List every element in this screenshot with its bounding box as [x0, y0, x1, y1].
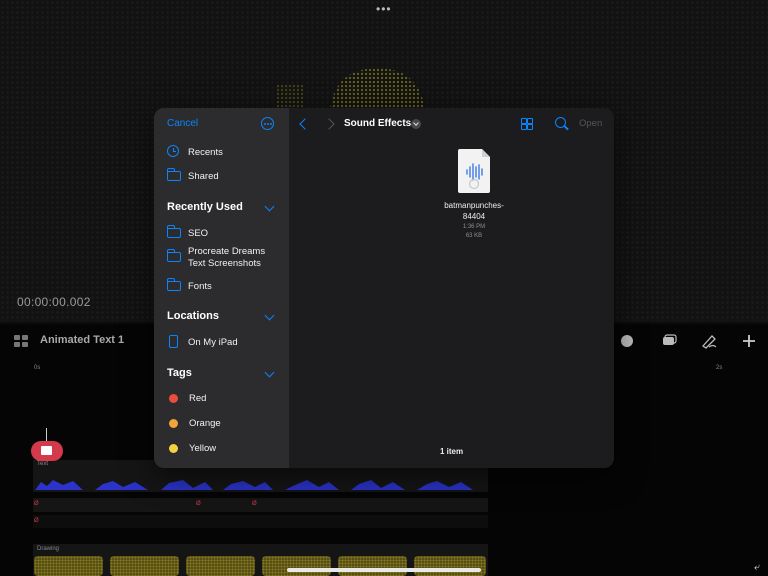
sidebar-item-label: Shared: [188, 170, 219, 182]
drawing-clip[interactable]: [34, 556, 103, 576]
orange-tag-icon: [169, 418, 178, 428]
chevron-down-icon[interactable]: [264, 310, 275, 321]
sidebar-item-label: Recents: [188, 146, 223, 158]
sidebar-item-label: On My iPad: [188, 336, 238, 348]
back-chevron-icon[interactable]: [299, 118, 311, 130]
file-picker-dialog: Cancel Recents Shared Recently Used SEO …: [154, 108, 614, 468]
marker[interactable]: Ø: [196, 501, 201, 507]
layers-icon[interactable]: [14, 335, 28, 347]
folder-icon: [166, 278, 181, 293]
folder-icon: [166, 249, 181, 264]
pen-icon[interactable]: [700, 332, 718, 350]
drawing-clip[interactable]: [262, 556, 331, 576]
stack-icon[interactable]: [660, 332, 678, 350]
playhead-line: [46, 428, 47, 442]
marker[interactable]: Ø: [34, 501, 39, 507]
yellow-tag-icon: [169, 443, 178, 453]
more-options-icon[interactable]: [261, 117, 274, 130]
sidebar-item-tag-orange[interactable]: Orange: [167, 415, 221, 431]
timecode: 00:00:00.002: [17, 295, 91, 309]
open-button[interactable]: Open: [579, 118, 602, 129]
folder-title[interactable]: Sound Effects: [344, 118, 411, 129]
sidebar-item-procreate-dreams[interactable]: Procreate Dreams Text Screenshots: [166, 246, 283, 272]
record-icon[interactable]: [618, 332, 636, 350]
forward-chevron-icon[interactable]: [323, 118, 335, 130]
clapper-icon: [41, 446, 52, 455]
sidebar-item-label: Procreate Dreams Text Screenshots: [188, 246, 266, 269]
folder-icon: [166, 225, 181, 240]
ipad-icon: [167, 335, 181, 349]
keyframe-track[interactable]: Ø: [33, 515, 488, 528]
file-meta: 1:36 PM 63 KB: [439, 223, 509, 241]
chevron-down-icon[interactable]: [411, 119, 421, 129]
add-icon[interactable]: [740, 332, 758, 350]
ruler-end-label: 2s: [716, 365, 723, 371]
playhead[interactable]: [31, 441, 63, 461]
sidebar-item-seo[interactable]: SEO: [166, 225, 209, 241]
marker[interactable]: Ø: [252, 501, 257, 507]
search-icon[interactable]: [555, 117, 566, 128]
tags-header[interactable]: Tags: [167, 367, 192, 379]
locations-header[interactable]: Locations: [167, 310, 219, 322]
picker-sidebar: Cancel Recents Shared Recently Used SEO …: [154, 108, 289, 468]
sidebar-item-tag-red[interactable]: Red: [167, 390, 206, 406]
more-options-icon[interactable]: •••: [376, 2, 392, 16]
drawing-clip[interactable]: [414, 556, 486, 576]
file-name[interactable]: batmanpunches-84404: [439, 200, 509, 222]
sidebar-item-tag-yellow[interactable]: Yellow: [167, 440, 216, 456]
sidebar-item-recents[interactable]: Recents: [167, 144, 223, 160]
chevron-down-icon[interactable]: [264, 201, 275, 212]
drawing-clip[interactable]: [186, 556, 255, 576]
marker-track[interactable]: Ø Ø Ø: [33, 498, 488, 512]
sidebar-item-label: Fonts: [188, 280, 212, 292]
item-count: 1 item: [439, 447, 464, 456]
file-time: 1:36 PM: [462, 224, 486, 230]
home-indicator[interactable]: [287, 568, 481, 572]
picker-main-pane: Sound Effects Open batmanpunches-84404 1…: [289, 108, 614, 468]
sidebar-item-label: SEO: [188, 227, 209, 239]
shared-folder-icon: [166, 168, 181, 183]
ruler-start-label: 0s: [34, 365, 41, 371]
chevron-down-icon[interactable]: [264, 367, 275, 378]
drawing-clip[interactable]: [110, 556, 179, 576]
file-size: 63 KB: [465, 233, 483, 239]
sidebar-item-fonts[interactable]: Fonts: [166, 278, 212, 294]
clock-icon: [167, 145, 181, 159]
grid-view-icon[interactable]: [521, 118, 533, 130]
cancel-button[interactable]: Cancel: [167, 118, 198, 129]
resize-arrow-icon[interactable]: ⤶: [754, 562, 760, 573]
sidebar-item-label: Red: [189, 392, 207, 404]
drawing-track-label: Drawing: [37, 546, 60, 552]
sidebar-item-shared[interactable]: Shared: [166, 168, 219, 184]
timeline-title[interactable]: Animated Text 1: [40, 334, 124, 346]
sidebar-item-label: Yellow: [189, 442, 217, 454]
sidebar-item-on-my-ipad[interactable]: On My iPad: [167, 334, 238, 350]
audio-file-icon[interactable]: [456, 148, 492, 194]
recently-used-header[interactable]: Recently Used: [167, 201, 243, 213]
drawing-clip[interactable]: [338, 556, 407, 576]
sidebar-item-label: Orange: [189, 417, 221, 429]
keyframe-marker[interactable]: Ø: [34, 518, 39, 524]
red-tag-icon: [169, 393, 178, 403]
